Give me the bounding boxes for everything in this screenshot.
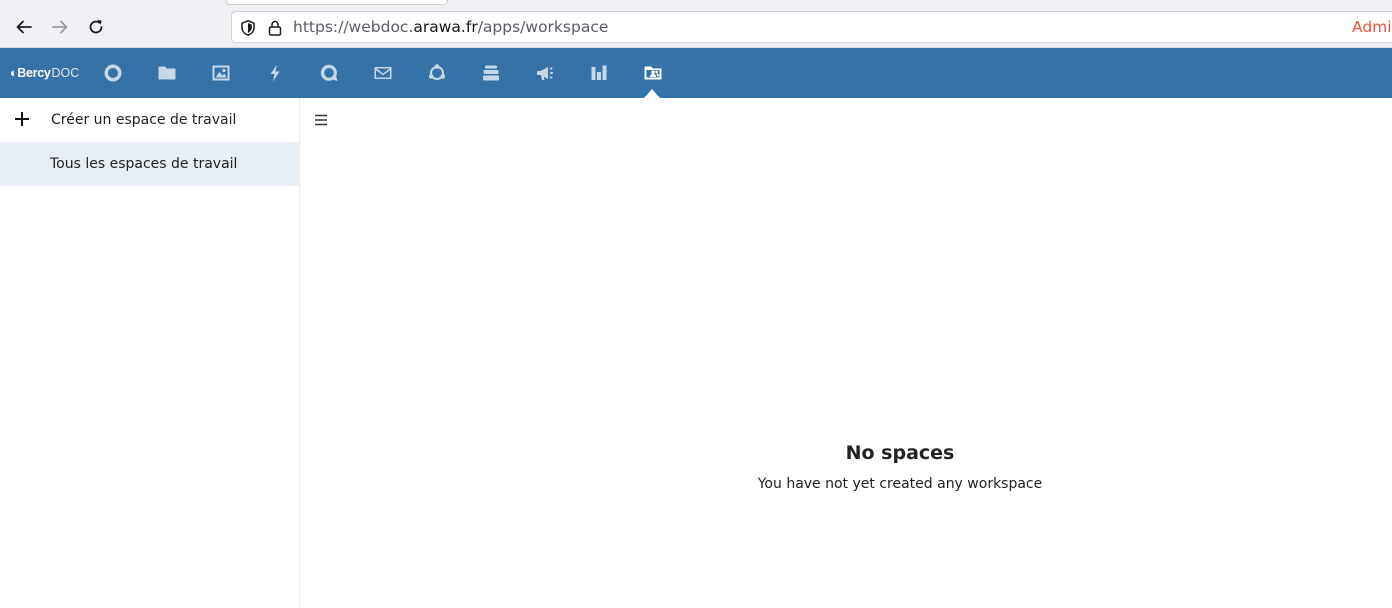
reload-button[interactable]	[83, 14, 109, 40]
url-host: arawa.fr	[413, 18, 478, 36]
browser-tab[interactable]	[226, 0, 448, 5]
app-photos[interactable]	[209, 61, 233, 85]
forward-button[interactable]	[47, 14, 73, 40]
circles-icon	[428, 64, 446, 80]
workspace-folder-icon	[644, 66, 662, 80]
all-workspaces-label: Tous les espaces de travail	[50, 156, 238, 172]
app-mail[interactable]	[371, 61, 395, 85]
empty-state-text: You have not yet created any workspace	[757, 476, 1043, 492]
active-app-indicator	[644, 89, 660, 98]
shield-icon[interactable]	[239, 19, 257, 37]
megaphone-icon	[537, 67, 553, 80]
logo-mark: ◐Bercy	[10, 66, 51, 80]
create-workspace-button[interactable]: Créer un espace de travail	[0, 98, 299, 142]
sidebar-item-all-workspaces[interactable]: Tous les espaces de travail	[0, 142, 299, 186]
main-content: No spaces You have not yet created any w…	[300, 98, 1392, 608]
envelope-icon	[374, 67, 392, 79]
image-icon	[212, 65, 230, 81]
app-announcements[interactable]	[533, 61, 557, 85]
app-dashboard[interactable]	[101, 61, 125, 85]
url-bar[interactable]: https://webdoc.arawa.fr/apps/workspace A…	[231, 11, 1392, 43]
lock-icon[interactable]	[266, 19, 284, 37]
bar-chart-icon	[591, 65, 607, 80]
empty-state: No spaces You have not yet created any w…	[690, 442, 1110, 492]
app-activity[interactable]	[263, 61, 287, 85]
app-analytics[interactable]	[587, 61, 611, 85]
arrow-left-icon	[16, 20, 32, 34]
chat-bubble-icon	[320, 64, 338, 81]
app-circles[interactable]	[425, 61, 449, 85]
reload-icon	[89, 19, 103, 34]
app-files[interactable]	[155, 61, 179, 85]
empty-state-title: No spaces	[845, 442, 955, 464]
app-deck[interactable]	[479, 61, 503, 85]
sidebar: Créer un espace de travail Tous les espa…	[0, 98, 300, 608]
folder-icon	[158, 66, 176, 80]
lightning-icon	[270, 64, 280, 82]
url-path: /apps/workspace	[477, 18, 609, 36]
plus-icon	[15, 112, 29, 126]
browser-toolbar: https://webdoc.arawa.fr/apps/workspace A…	[0, 0, 1392, 48]
app-header: ◐Bercy DOC	[0, 48, 1392, 98]
url-text[interactable]: https://webdoc.arawa.fr/apps/workspace	[293, 18, 608, 36]
create-workspace-label: Créer un espace de travail	[51, 112, 237, 128]
back-button[interactable]	[11, 14, 37, 40]
logo[interactable]: ◐Bercy DOC	[10, 64, 79, 82]
app-workspace[interactable]	[641, 61, 665, 85]
circle-icon	[104, 64, 122, 82]
hamburger-menu-icon[interactable]	[313, 112, 329, 128]
app-talk[interactable]	[317, 61, 341, 85]
arrow-right-icon	[52, 20, 68, 34]
logo-suffix: DOC	[51, 66, 80, 80]
admin-label[interactable]: Admin	[1352, 18, 1392, 36]
stack-icon	[483, 65, 499, 81]
url-prefix: https://webdoc.	[293, 18, 414, 36]
